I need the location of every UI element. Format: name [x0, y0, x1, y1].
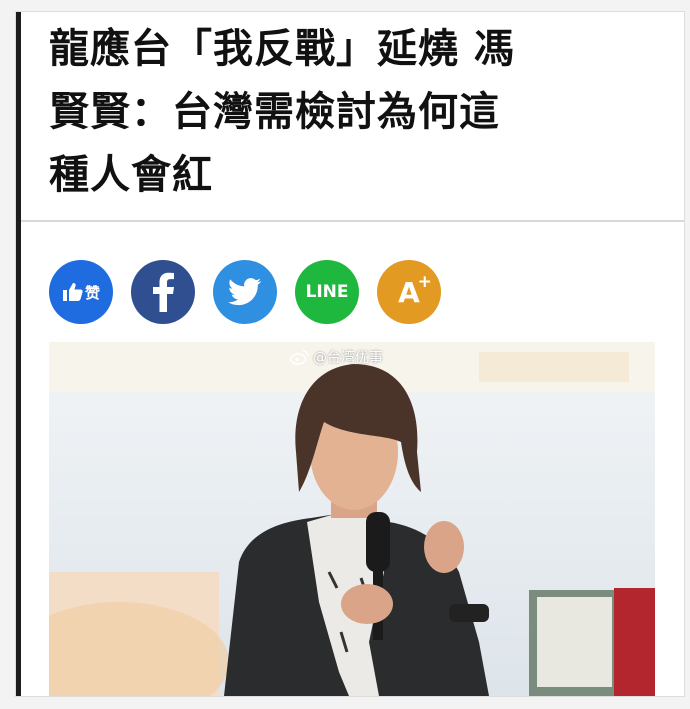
line-label: LINE: [305, 282, 349, 302]
watermark-text: @台湾优事: [313, 350, 383, 366]
line-share-button[interactable]: LINE: [295, 260, 359, 324]
facebook-share-button[interactable]: [131, 260, 195, 324]
font-size-plus: +: [417, 271, 432, 292]
article-photo: @台湾优事: [49, 342, 655, 696]
twitter-bird-icon: [228, 278, 262, 306]
thumbs-up-icon: [62, 283, 83, 301]
font-size-icon: A +: [398, 272, 432, 309]
weibo-watermark: @台湾优事: [290, 347, 383, 367]
font-size-button[interactable]: A +: [377, 260, 441, 324]
headline-divider: [21, 220, 684, 222]
speaker-photo-illustration: [49, 342, 655, 696]
headline-line-1: 龍應台「我反戰」延燒 馮: [49, 26, 515, 72]
article-headline: 龍應台「我反戰」延燒 馮 賢賢：台灣需檢討為何這 種人會紅: [49, 18, 669, 207]
font-size-letter: A: [398, 275, 420, 309]
facebook-icon: [153, 272, 174, 312]
share-buttons: 赞 LINE A +: [49, 260, 441, 324]
like-label: 赞: [84, 283, 100, 302]
headline-line-2: 賢賢：台灣需檢討為何這: [49, 89, 500, 135]
headline-line-3: 種人會紅: [49, 152, 213, 198]
like-button[interactable]: 赞: [49, 260, 113, 324]
weibo-icon: [290, 350, 309, 365]
article-card: 龍應台「我反戰」延燒 馮 賢賢：台灣需檢討為何這 種人會紅 赞 LINE A +…: [16, 12, 684, 696]
twitter-share-button[interactable]: [213, 260, 277, 324]
